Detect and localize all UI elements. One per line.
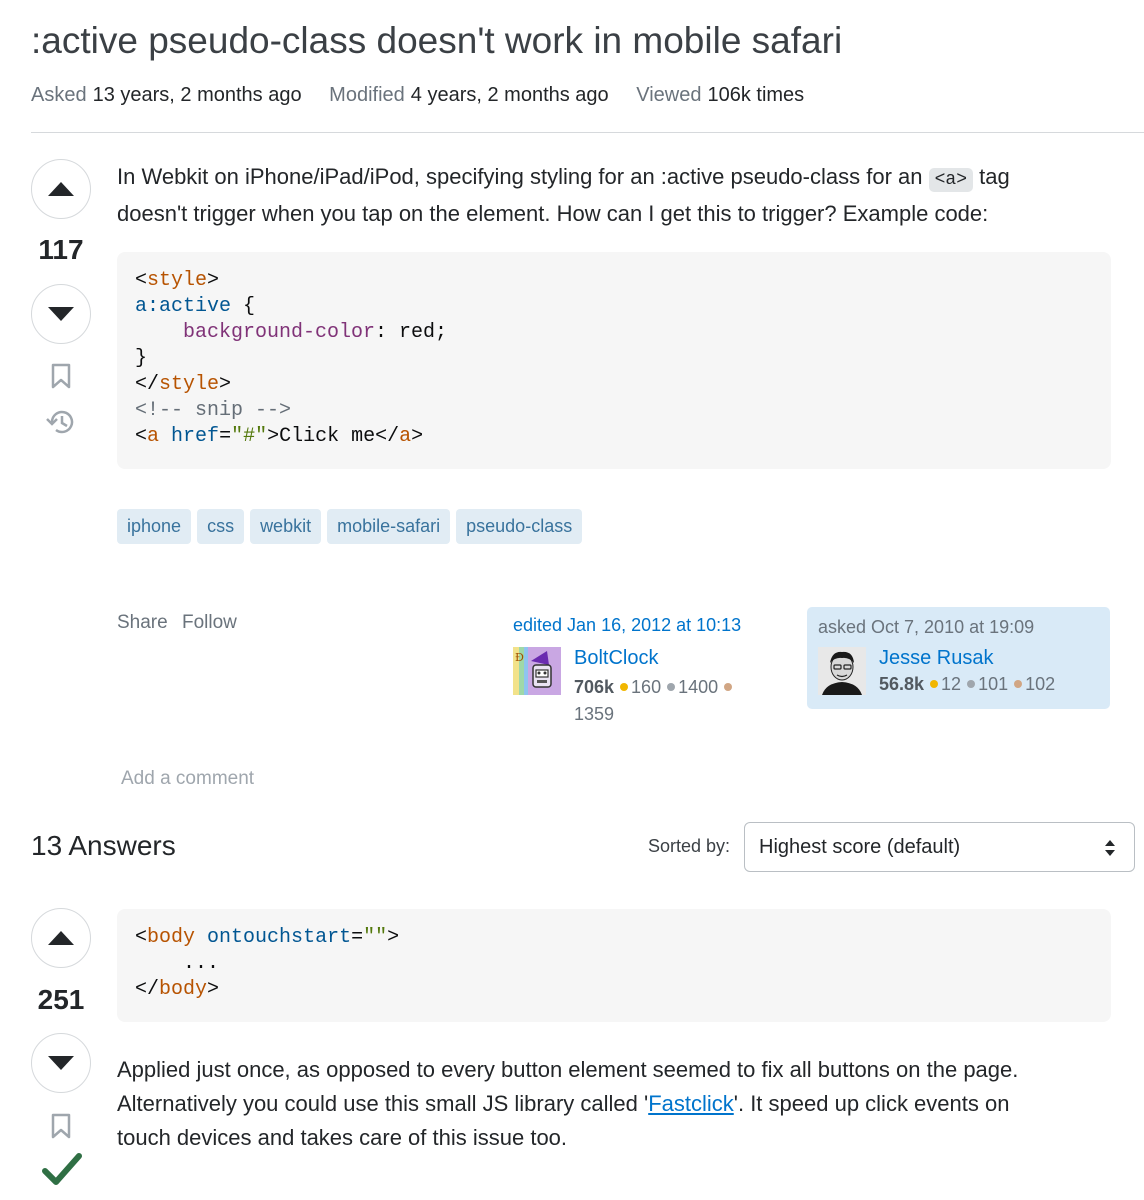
question-code-block: <style> a:active { background-color: red…: [117, 252, 1111, 469]
editor-bronze: 1359: [574, 704, 615, 724]
modified-label: Modified: [329, 84, 405, 106]
sort-select-value: Highest score (default): [759, 835, 961, 858]
editor-avatar[interactable]: Ɖ: [513, 647, 561, 695]
answer-downvote-button[interactable]: [31, 1033, 91, 1093]
select-arrows-icon: [1105, 840, 1115, 856]
answer-text-line-1: Applied just once, as opposed to every b…: [117, 1057, 1019, 1082]
question-downvote-button[interactable]: [31, 284, 91, 344]
answer-code-block: <body ontouchstart=""> ... </body>: [117, 909, 1111, 1022]
editor-rep: 706k: [574, 677, 615, 697]
asker-rep: 56.8k: [879, 674, 925, 694]
tag-pseudo-class[interactable]: pseudo-class: [456, 509, 583, 544]
arrow-down-icon: [48, 1056, 74, 1070]
asked-value: 13 years, 2 months ago: [92, 84, 302, 106]
tag-iphone[interactable]: iphone: [117, 509, 192, 544]
follow-link[interactable]: Follow: [182, 612, 237, 634]
answer-text-line-3: touch devices and takes care of this iss…: [117, 1125, 568, 1150]
answer-text-line-2: Alternatively you could use this small J…: [117, 1091, 1010, 1116]
answer-body: Applied just once, as opposed to every b…: [117, 1053, 1127, 1155]
arrow-down-icon: [48, 307, 74, 321]
answer-upvote-button[interactable]: [31, 908, 91, 968]
sort-label: Sorted by:: [648, 836, 731, 856]
viewed-value: 106k times: [707, 84, 805, 106]
answer-bookmark-button[interactable]: [48, 1112, 74, 1140]
bronze-badge-icon: [724, 683, 733, 691]
bookmark-icon: [51, 1113, 71, 1139]
asked-label: Asked: [31, 84, 87, 106]
bookmark-icon: [51, 363, 71, 389]
tag-mobile-safari[interactable]: mobile-safari: [327, 509, 451, 544]
question-score: 117: [38, 234, 84, 265]
header-divider: [31, 132, 1144, 133]
question-title[interactable]: :active pseudo-class doesn't work in mob…: [31, 20, 842, 62]
share-link[interactable]: Share: [117, 612, 168, 634]
editor-name[interactable]: BoltClock: [574, 647, 658, 670]
asker-bronze: 102: [1025, 674, 1056, 694]
history-icon: [46, 410, 74, 434]
silver-badge-icon: [967, 680, 976, 688]
editor-silver: 1400: [678, 677, 719, 697]
answer-score: 251: [37, 984, 85, 1015]
jesse-rusak-avatar-icon: [818, 647, 866, 695]
viewed-label: Viewed: [636, 84, 702, 106]
question-body-text-1: In Webkit on iPhone/iPad/iPod, specifyin…: [117, 164, 923, 189]
accepted-answer-indicator: [41, 1150, 83, 1190]
asker-reputation: 56.8k 12 101 102: [879, 674, 1055, 695]
asked-timestamp[interactable]: asked Oct 7, 2010 at 19:09: [818, 617, 1034, 638]
answers-count: 13 Answers: [31, 830, 176, 861]
question-meta: Asked 13 years, 2 months ago Modified 4 ye…: [31, 84, 826, 107]
boltclock-avatar-icon: Ɖ: [513, 647, 561, 695]
question-upvote-button[interactable]: [31, 159, 91, 219]
asker-gold: 12: [941, 674, 962, 694]
add-comment-link[interactable]: Add a comment: [121, 768, 254, 790]
gold-badge-icon: [930, 680, 939, 688]
asker-name[interactable]: Jesse Rusak: [879, 647, 994, 670]
question-tags: iphone css webkit mobile-safari pseudo-class: [117, 509, 588, 544]
arrow-up-icon: [48, 182, 74, 196]
question-bookmark-button[interactable]: [48, 362, 74, 390]
gold-badge-icon: [620, 683, 629, 691]
fastclick-link[interactable]: Fastclick: [648, 1091, 734, 1116]
sort-select[interactable]: Highest score (default): [744, 822, 1135, 872]
asker-avatar[interactable]: [818, 647, 866, 695]
question-body: In Webkit on iPhone/iPad/iPod, specifyin…: [117, 160, 1117, 231]
question-history-button[interactable]: [45, 406, 77, 438]
asker-card: asked Oct 7, 2010 at 19:09 Jesse Rusak 5…: [807, 607, 1110, 709]
arrow-up-icon: [48, 931, 74, 945]
modified-value[interactable]: 4 years, 2 months ago: [411, 84, 609, 106]
question-body-text-3: doesn't trigger when you tap on the elem…: [117, 201, 989, 226]
checkmark-icon: [42, 1153, 82, 1185]
svg-text:Ɖ: Ɖ: [515, 651, 524, 664]
silver-badge-icon: [667, 683, 676, 691]
question-body-text-2: tag: [979, 164, 1010, 189]
tag-css[interactable]: css: [197, 509, 245, 544]
asker-silver: 101: [978, 674, 1009, 694]
editor-gold: 160: [631, 677, 662, 697]
editor-card: edited Jan 16, 2012 at 10:13 Ɖ BoltClock…: [513, 615, 783, 724]
tag-webkit[interactable]: webkit: [250, 509, 322, 544]
bronze-badge-icon: [1014, 680, 1023, 688]
inline-code-a-tag: <a>: [928, 168, 974, 192]
edited-timestamp[interactable]: edited Jan 16, 2012 at 10:13: [513, 615, 783, 636]
editor-reputation: 706k 160 1400 1359: [574, 674, 784, 728]
